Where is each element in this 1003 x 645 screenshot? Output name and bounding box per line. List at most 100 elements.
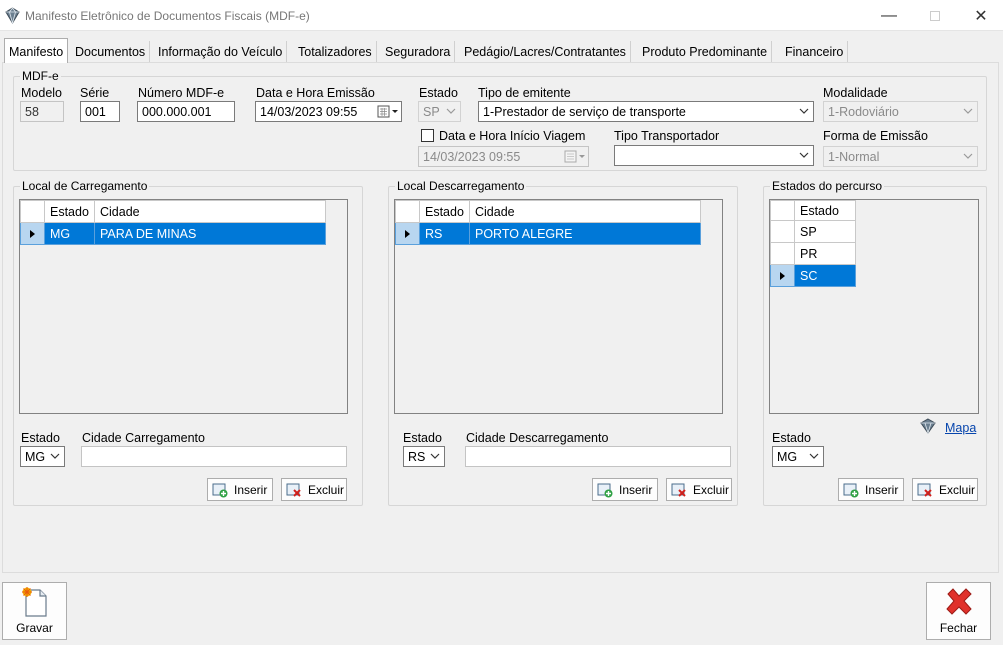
grid-header-row: Estado Cidade <box>20 200 326 223</box>
maximize-icon <box>930 10 940 21</box>
minimize-button[interactable]: — <box>866 0 912 31</box>
modelo-label: Modelo <box>21 86 62 100</box>
carregamento-excluir-button[interactable]: Excluir <box>281 478 347 501</box>
table-row[interactable]: SP <box>770 220 856 243</box>
map-icon[interactable] <box>919 418 937 434</box>
delete-row-icon <box>286 483 301 497</box>
inicio-viagem-label: Data e Hora Início Viagem <box>439 129 586 143</box>
cell-estado[interactable]: MG <box>44 222 95 245</box>
percurso-excluir-button[interactable]: Excluir <box>912 478 978 501</box>
descarregamento-estado-value: RS <box>408 450 426 464</box>
column-header-cidade[interactable]: Cidade <box>94 200 326 223</box>
save-document-icon <box>21 587 47 617</box>
descarregamento-grid[interactable]: Estado Cidade RS PORTO ALEGRE <box>394 199 723 414</box>
cell-estado[interactable]: SC <box>794 264 856 287</box>
tab-pedagio[interactable]: Pedágio/Lacres/Contratantes <box>460 41 631 63</box>
chevron-down-icon <box>809 453 819 459</box>
chevron-down-icon <box>963 108 973 114</box>
mapa-link[interactable]: Mapa <box>945 421 976 435</box>
row-pointer-icon <box>405 229 410 238</box>
cidade-carregamento-label: Cidade Carregamento <box>82 431 205 445</box>
chevron-down-icon <box>963 153 973 159</box>
cell-cidade[interactable]: PARA DE MINAS <box>94 222 326 245</box>
emissao-value: 14/03/2023 09:55 <box>260 105 358 119</box>
inicio-viagem-value: 14/03/2023 09:55 <box>423 150 521 164</box>
descarregamento-excluir-button[interactable]: Excluir <box>666 478 732 501</box>
add-row-icon <box>212 483 228 497</box>
table-row[interactable]: PR <box>770 242 856 265</box>
chevron-down-icon <box>50 453 60 459</box>
chevron-down-icon <box>799 152 809 158</box>
close-red-x-icon <box>945 588 972 615</box>
tipo-emitente-select[interactable]: 1-Prestador de serviço de transporte <box>478 101 814 122</box>
add-row-icon <box>843 483 859 497</box>
column-header-estado[interactable]: Estado <box>794 200 856 221</box>
tab-manifesto[interactable]: Manifesto <box>4 38 69 63</box>
carregamento-estado-select[interactable]: MG <box>20 446 65 467</box>
cell-cidade[interactable]: PORTO ALEGRE <box>469 222 701 245</box>
cell-estado[interactable]: PR <box>794 242 856 265</box>
carregamento-estado-value: MG <box>25 450 46 464</box>
forma-emissao-label: Forma de Emissão <box>823 129 928 143</box>
cell-estado[interactable]: RS <box>419 222 470 245</box>
numero-field[interactable]: 000.000.001 <box>137 101 235 122</box>
carregamento-grid[interactable]: Estado Cidade MG PARA DE MINAS <box>19 199 348 414</box>
tab-documentos[interactable]: Documentos <box>71 41 151 63</box>
table-row[interactable]: MG PARA DE MINAS <box>20 222 326 245</box>
delete-row-icon <box>671 483 686 497</box>
column-header-cidade[interactable]: Cidade <box>469 200 701 223</box>
column-header-estado[interactable]: Estado <box>44 200 95 223</box>
tab-produto-predominante[interactable]: Produto Predominante <box>638 41 773 63</box>
tab-informacao-veiculo[interactable]: Informação do Veículo <box>154 41 288 63</box>
serie-label: Série <box>80 86 110 100</box>
close-window-button[interactable]: ✕ <box>958 0 1003 31</box>
gravar-button[interactable]: Gravar <box>2 582 67 640</box>
cidade-carregamento-input[interactable] <box>81 446 347 467</box>
percurso-inserir-button[interactable]: Inserir <box>838 478 904 501</box>
percurso-estado-label: Estado <box>772 431 811 445</box>
modelo-field: 58 <box>20 101 64 122</box>
forma-emissao-select: 1-Normal <box>823 146 978 167</box>
emissao-datetime-picker[interactable]: 14/03/2023 09:55 <box>255 101 402 122</box>
modalidade-label: Modalidade <box>823 86 888 100</box>
percurso-estado-value: MG <box>777 450 798 464</box>
row-pointer-icon <box>30 229 35 238</box>
tipo-transportador-select[interactable] <box>614 145 814 166</box>
chevron-down-icon <box>446 108 456 114</box>
serie-field[interactable]: 001 <box>80 101 120 122</box>
inicio-viagem-datetime-picker: 14/03/2023 09:55 <box>418 146 589 167</box>
percurso-estado-select[interactable]: MG <box>772 446 824 467</box>
estado-value: SP <box>423 105 440 119</box>
table-row[interactable]: RS PORTO ALEGRE <box>395 222 701 245</box>
minimize-icon: — <box>881 6 897 24</box>
maximize-button <box>912 0 958 31</box>
chevron-down-icon <box>799 108 809 114</box>
cidade-descarregamento-input[interactable] <box>465 446 731 467</box>
descarregamento-inserir-button[interactable]: Inserir <box>592 478 658 501</box>
carregamento-inserir-button[interactable]: Inserir <box>207 478 273 501</box>
tab-seguradora[interactable]: Seguradora <box>381 41 456 63</box>
grid-header-row: Estado <box>770 200 856 221</box>
percurso-legend: Estados do percurso <box>772 179 883 193</box>
estado-select: SP <box>418 101 461 122</box>
carregamento-estado-label: Estado <box>21 431 60 445</box>
percurso-grid[interactable]: Estado SP PR SC <box>769 199 979 414</box>
cell-estado[interactable]: SP <box>794 220 856 243</box>
calendar-icon[interactable] <box>377 105 399 118</box>
close-icon: ✕ <box>974 7 988 25</box>
tab-financeiro[interactable]: Financeiro <box>781 41 849 63</box>
modalidade-select: 1-Rodoviário <box>823 101 978 122</box>
tab-totalizadores[interactable]: Totalizadores <box>294 41 377 63</box>
tipo-emitente-label: Tipo de emitente <box>478 86 571 100</box>
numero-label: Número MDF-e <box>138 86 225 100</box>
fechar-button[interactable]: Fechar <box>926 582 991 640</box>
tab-strip: Manifesto Documentos Informação do Veícu… <box>0 38 1003 63</box>
app-icon <box>5 7 20 24</box>
descarregamento-legend: Local Descarregamento <box>397 179 525 193</box>
window-title: Manifesto Eletrônico de Documentos Fisca… <box>25 9 310 23</box>
column-header-estado[interactable]: Estado <box>419 200 470 223</box>
table-row[interactable]: SC <box>770 264 856 287</box>
descarregamento-estado-select[interactable]: RS <box>403 446 445 467</box>
inicio-viagem-checkbox[interactable] <box>421 129 434 142</box>
tipo-emitente-value: 1-Prestador de serviço de transporte <box>483 105 686 119</box>
